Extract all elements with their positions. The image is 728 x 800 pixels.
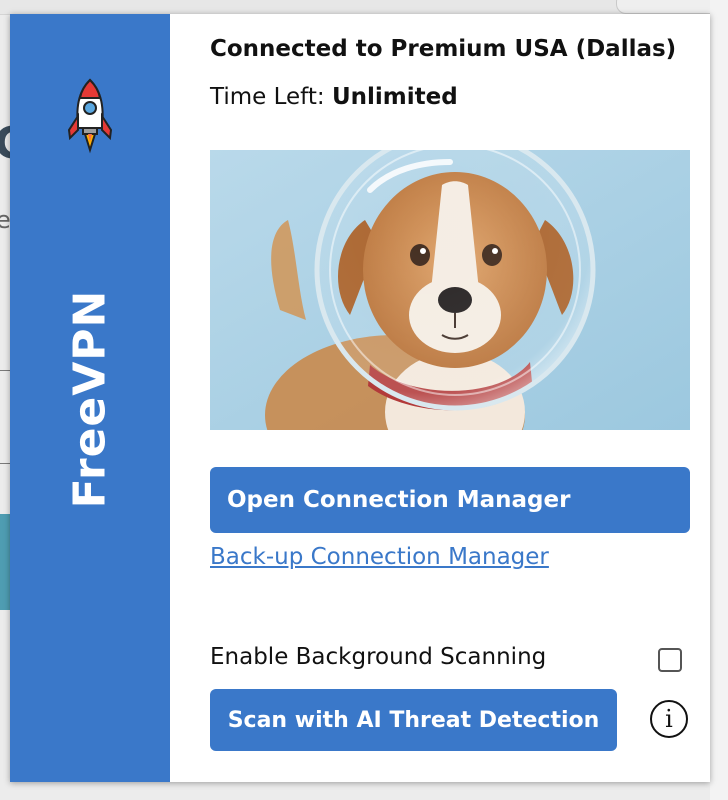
background-accent-block	[0, 514, 10, 610]
connection-status: Connected to Premium USA (Dallas)	[210, 36, 677, 62]
time-left-label: Time Left:	[210, 84, 325, 110]
time-left-row: Time Left: Unlimited	[210, 84, 458, 110]
main-content: Connected to Premium USA (Dallas) Time L…	[170, 14, 710, 782]
background-divider	[0, 370, 10, 371]
background-divider	[0, 463, 10, 464]
backup-connection-manager-link[interactable]: Back-up Connection Manager	[210, 544, 549, 570]
info-icon[interactable]: i	[650, 700, 688, 738]
hero-image	[210, 150, 690, 430]
rocket-icon	[67, 78, 113, 154]
background-scanning-label: Enable Background Scanning	[210, 644, 547, 670]
scan-ai-threat-button[interactable]: Scan with AI Threat Detection	[210, 689, 617, 751]
dog-astronaut-illustration	[210, 150, 690, 430]
brand-title: FreeVPN	[64, 289, 116, 509]
background-right-edge	[710, 0, 728, 800]
background-scanning-checkbox[interactable]	[658, 648, 682, 672]
vpn-extension-popup: FreeVPN Connected to Premium USA (Dallas…	[10, 14, 710, 782]
sidebar: FreeVPN	[10, 14, 170, 782]
time-left-value: Unlimited	[331, 84, 458, 110]
open-connection-manager-button[interactable]: Open Connection Manager	[210, 467, 690, 533]
